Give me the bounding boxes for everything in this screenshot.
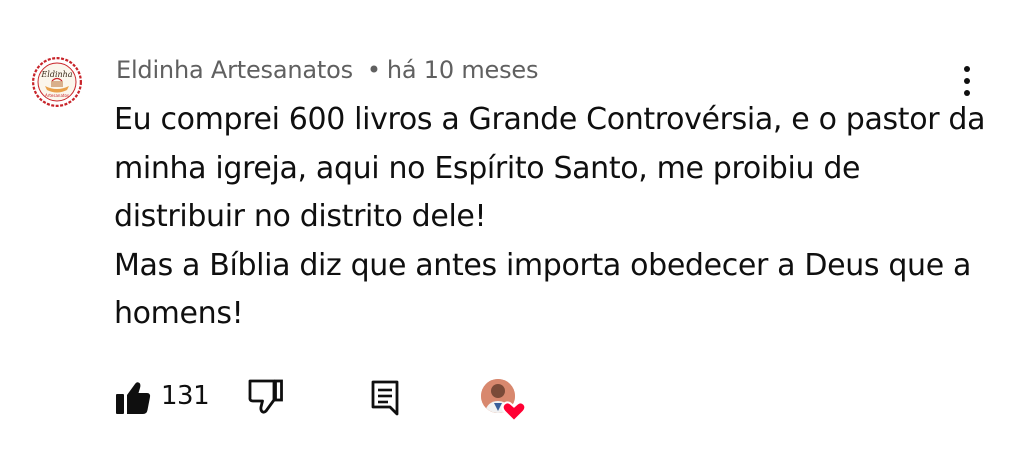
comment-action-bar: 131	[0, 372, 1024, 424]
creator-heart-icon	[481, 379, 527, 423]
comment-text: Eu comprei 600 livros a Grande Controvér…	[114, 96, 994, 339]
like-count: 131	[161, 381, 210, 411]
comment-paragraph: Mas a Bíblia diz que antes importa obede…	[114, 247, 972, 332]
reply-button[interactable]	[366, 376, 404, 416]
comment-thread: Eldinha Artesanatos Eldinha Artesanatos •…	[0, 0, 1024, 468]
dislike-button[interactable]	[244, 376, 286, 416]
like-button[interactable]	[112, 378, 154, 418]
comment-paragraph: Eu comprei 600 livros a Grande Controvér…	[114, 102, 986, 234]
more-options-icon	[964, 66, 970, 72]
svg-text:Eldinha: Eldinha	[40, 70, 72, 79]
author-name[interactable]: Eldinha Artesanatos	[116, 56, 353, 84]
avatar-logo-icon: Eldinha Artesanatos	[32, 57, 82, 107]
creator-heart-badge	[478, 376, 530, 424]
more-options-button[interactable]	[956, 66, 978, 100]
comment-header: Eldinha Artesanatos • há 10 meses	[116, 56, 538, 84]
more-options-dot	[964, 78, 970, 84]
svg-text:Artesanatos: Artesanatos	[45, 93, 69, 98]
thumbs-down-outline-icon	[248, 379, 283, 414]
thumbs-up-filled-icon	[116, 382, 151, 414]
reply-comment-icon	[371, 380, 399, 416]
comment-timestamp[interactable]: há 10 meses	[387, 56, 539, 84]
meta-separator: •	[366, 56, 381, 84]
author-avatar[interactable]: Eldinha Artesanatos	[32, 57, 82, 107]
